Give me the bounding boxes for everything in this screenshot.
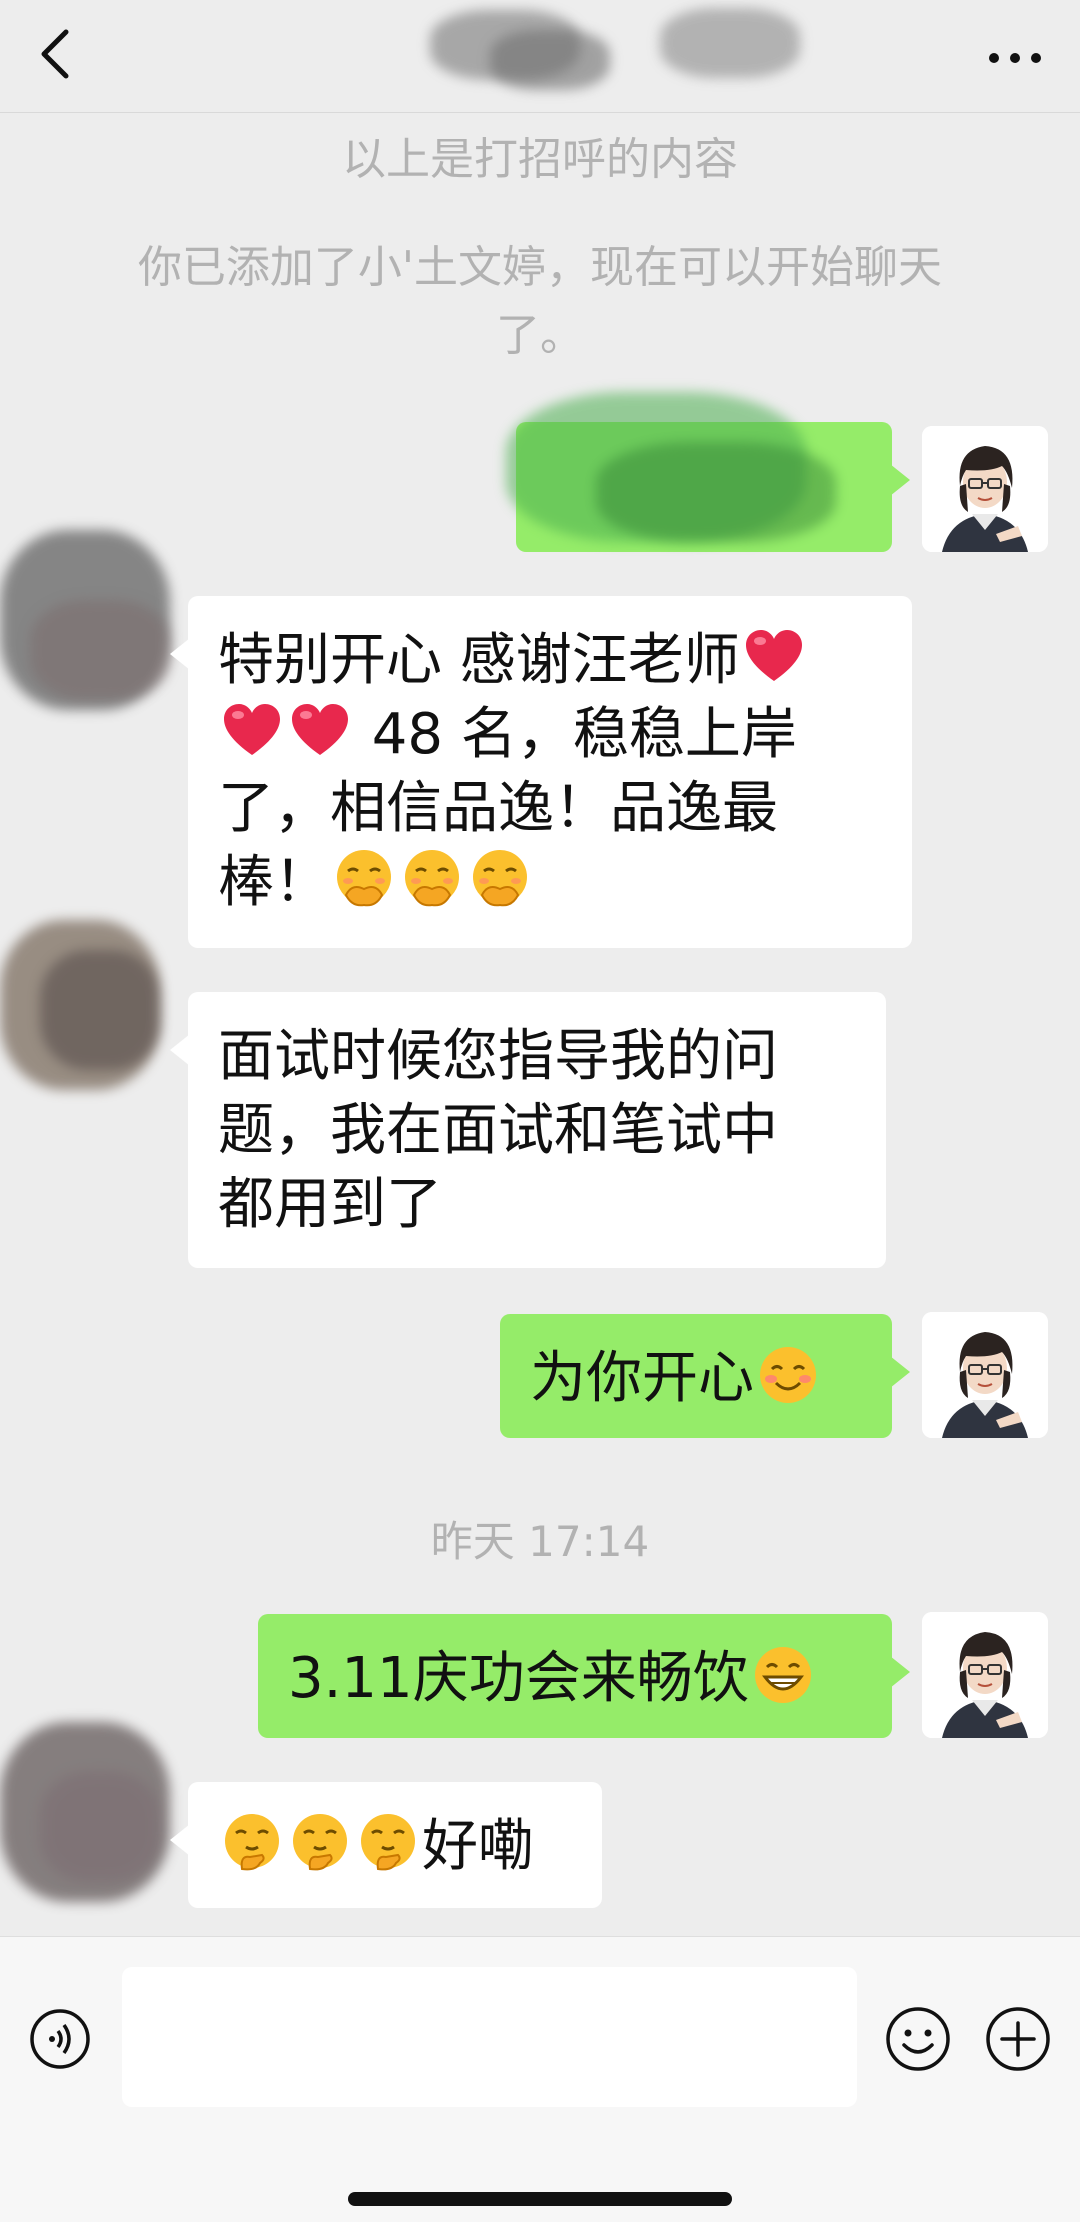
plus-icon (986, 2007, 1050, 2071)
thinking-face-icon (356, 1811, 420, 1875)
face-with-hand-over-mouth-icon (332, 847, 396, 911)
ellipsis-icon (989, 53, 1041, 63)
home-indicator[interactable] (348, 2192, 732, 2206)
smiling-face-icon (756, 1343, 820, 1407)
avatar-icon (922, 1612, 1048, 1738)
emoji-icon (886, 2007, 950, 2071)
red-heart-icon (742, 625, 806, 689)
message-timestamp: 昨天 17:14 (430, 1517, 650, 1566)
message-line: 都用到了 (218, 1172, 442, 1237)
chevron-left-icon (41, 29, 69, 79)
grinning-face-icon (751, 1643, 815, 1707)
voice-icon (30, 2009, 90, 2069)
message-bubble-me[interactable]: 为你开心 (500, 1314, 910, 1438)
message-line: 特别开心 感谢汪老师 (218, 624, 882, 698)
friend-added-notice-line2: 了。 (496, 310, 584, 361)
avatar-icon (922, 426, 1048, 552)
thinking-face-icon (288, 1811, 352, 1875)
avatar-icon (922, 1312, 1048, 1438)
message-bubble-other[interactable]: 面试时候您指导我的问 题，我在面试和笔试中 都用到了 (170, 992, 886, 1268)
chat-header (0, 0, 1080, 113)
greeting-notice: 以上是打招呼的内容 (342, 134, 738, 185)
emoji-button[interactable] (884, 2005, 952, 2073)
face-with-hand-over-mouth-icon (400, 847, 464, 911)
message-line: 面试时候您指导我的问 (218, 1024, 778, 1089)
red-heart-icon (220, 699, 284, 763)
message-line: 48 名，稳稳上岸 (218, 698, 882, 772)
chat-input-bar (0, 1936, 1080, 2222)
message-bubble-other[interactable]: 特别开心 感谢汪老师 48 名，稳稳上岸 了，相信品逸！品逸最 棒！ (170, 596, 912, 948)
message-bubble-other[interactable]: 好嘞 (170, 1782, 602, 1908)
more-functions-button[interactable] (984, 2005, 1052, 2073)
message-bubble-me-obscured[interactable] (506, 392, 910, 552)
contact-avatar-obscured[interactable] (0, 910, 190, 1100)
chat-title-obscured (390, 0, 810, 100)
my-avatar[interactable] (922, 426, 1048, 552)
my-avatar[interactable] (922, 1312, 1048, 1438)
message-line: 题，我在面试和笔试中 (218, 1098, 778, 1163)
more-options-button[interactable] (980, 28, 1050, 88)
voice-button[interactable] (28, 2007, 92, 2071)
contact-avatar-obscured[interactable] (0, 1712, 190, 1902)
thinking-face-icon (220, 1811, 284, 1875)
message-line: 了，相信品逸！品逸最 (218, 776, 778, 841)
message-line: 棒！ (218, 846, 882, 920)
message-bubble-me[interactable]: 3.11庆功会来畅饮 (258, 1614, 910, 1738)
my-avatar[interactable] (922, 1612, 1048, 1738)
message-input[interactable] (122, 1967, 857, 2107)
back-button[interactable] (28, 24, 88, 84)
red-heart-icon (288, 699, 352, 763)
face-with-hand-over-mouth-icon (468, 847, 532, 911)
friend-added-notice-line1: 你已添加了小'土文婷，现在可以开始聊天 (137, 242, 943, 293)
contact-avatar-obscured[interactable] (0, 520, 190, 710)
